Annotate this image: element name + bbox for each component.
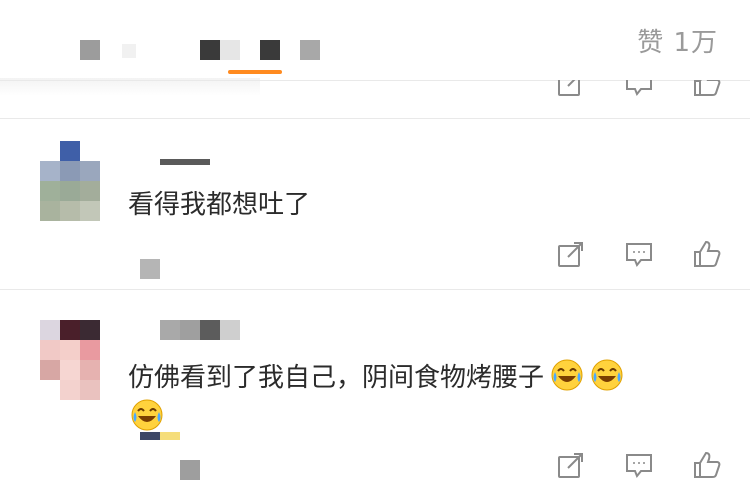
username[interactable] <box>160 159 210 165</box>
comment-text: 看得我都想吐了 <box>128 190 311 220</box>
comment-icon[interactable] <box>624 80 654 98</box>
likes-tab[interactable]: 赞 1万 <box>637 22 718 59</box>
comment-item: 仿佛看到了我自己，阴间食物烤腰子 <box>0 290 750 486</box>
share-icon[interactable] <box>556 450 586 480</box>
tab-pixel-block[interactable] <box>80 40 100 60</box>
comment-meta <box>140 259 160 279</box>
laugh-cry-icon <box>550 358 584 392</box>
comment-text-content: 仿佛看到了我自己，阴间食物烤腰子 <box>128 363 545 393</box>
comment-meta <box>180 460 200 480</box>
share-icon[interactable] <box>556 239 586 269</box>
laugh-cry-icon <box>590 358 624 392</box>
tab-pixel-block[interactable] <box>260 40 280 60</box>
share-icon[interactable] <box>556 80 586 98</box>
tab-indicator <box>228 70 282 74</box>
comment-icon[interactable] <box>624 450 654 480</box>
comment-item: 看得我都想吐了 <box>0 119 750 289</box>
comment-text: 仿佛看到了我自己，阴间食物烤腰子 <box>128 358 624 396</box>
comment-icon[interactable] <box>624 239 654 269</box>
tab-pixel-block[interactable] <box>200 40 220 60</box>
username[interactable] <box>160 320 260 340</box>
tab-bar: 赞 1万 <box>0 0 750 80</box>
tab-pixel-block[interactable] <box>122 44 136 58</box>
emoji-mosaic <box>140 432 160 440</box>
avatar[interactable] <box>40 141 100 221</box>
like-icon[interactable] <box>692 239 722 269</box>
action-row-partial <box>0 80 750 100</box>
like-icon[interactable] <box>692 80 722 98</box>
like-icon[interactable] <box>692 450 722 480</box>
laugh-cry-icon <box>130 398 164 432</box>
avatar[interactable] <box>40 320 100 400</box>
tab-pixel-block[interactable] <box>220 40 240 60</box>
emoji-mosaic <box>160 432 180 440</box>
tab-pixel-block[interactable] <box>300 40 320 60</box>
